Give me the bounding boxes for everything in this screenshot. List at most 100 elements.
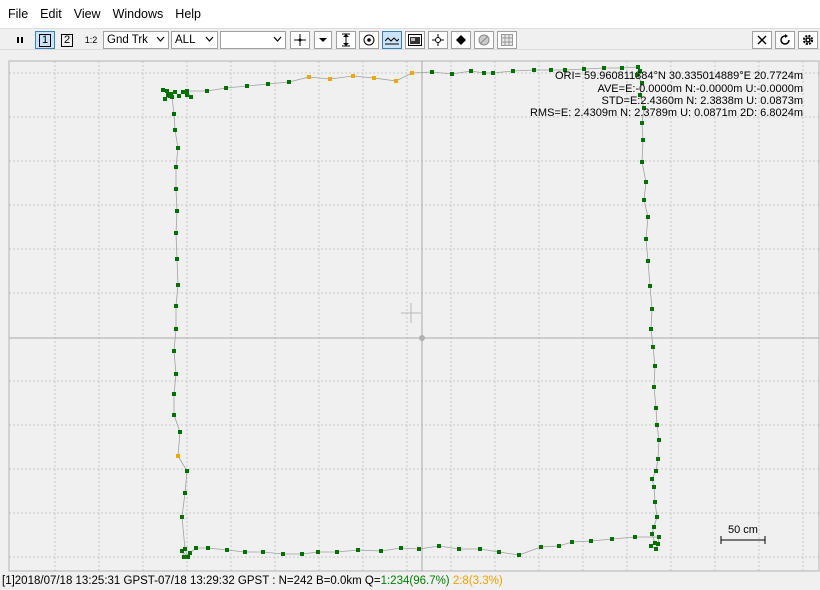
fix-solution-point: [399, 546, 403, 550]
fix-solution-point: [173, 128, 177, 132]
origin-marker: [419, 335, 425, 341]
crosshair-icon: [294, 34, 306, 46]
fix-solution-point: [181, 90, 185, 94]
fix-solution-point: [640, 160, 644, 164]
fix-solution-point: [646, 215, 650, 219]
plot-area[interactable]: ORI= 59.960811384°N 30.335014889°E 20.77…: [0, 51, 820, 573]
fix-solution-point: [243, 550, 247, 554]
fix-solution-point: [183, 547, 187, 551]
fix-solution-point: [206, 546, 210, 550]
satellite-filter-value: ALL: [175, 34, 196, 46]
plot-two-button[interactable]: 2: [57, 31, 77, 49]
plot-one-label: 1: [38, 33, 52, 47]
fix-solution-point: [557, 544, 561, 548]
menu-windows[interactable]: Windows: [107, 0, 170, 28]
menu-view[interactable]: View: [68, 0, 107, 28]
toolbar: 1 2 1:2 Gnd Trk ALL: [0, 28, 820, 50]
fix-solution-point: [549, 68, 553, 72]
center-origin-button[interactable]: [359, 31, 379, 49]
fix-solution-point: [437, 544, 441, 548]
grid-button[interactable]: [497, 31, 517, 49]
float-solution-point: [176, 454, 180, 458]
fix-solution-point: [178, 430, 182, 434]
plot-grid: [9, 61, 819, 571]
scale-bar-label: 50 cm: [728, 524, 758, 536]
info-line-ori: ORI= 59.960811384°N 30.335014889°E 20.77…: [555, 70, 803, 82]
reload-icon: [780, 34, 790, 45]
fix-solution-point: [168, 94, 172, 98]
settings-button[interactable]: [798, 31, 818, 49]
gear-icon: [802, 34, 814, 46]
rtkplot-window: File Edit View Windows Help 1 2 1:2 Gnd …: [0, 0, 820, 590]
scale-bar: 50 cm: [720, 524, 766, 544]
fix-solution-point: [182, 555, 186, 559]
fix-solution-point: [497, 550, 501, 554]
fix-solution-point: [316, 550, 320, 554]
status-summary: [1]2018/07/18 13:25:31 GPST-07/18 13:29:…: [2, 575, 381, 587]
fix-solution-point: [657, 438, 661, 442]
chevron-down-icon: [156, 36, 165, 42]
plot-two-label: 2: [60, 33, 74, 47]
fix-solution-point: [648, 284, 652, 288]
track-line-icon: [385, 37, 399, 45]
fix-solution-point: [266, 82, 270, 86]
plot-one-button[interactable]: 1: [35, 31, 55, 49]
fix-solution-point: [163, 97, 167, 101]
satellite-filter-select[interactable]: ALL: [171, 31, 218, 49]
info-line-std: STD=E:2.4360m N: 2.3838m U: 0.0873m: [602, 95, 803, 107]
crosshair-button[interactable]: [290, 31, 310, 49]
reload-button[interactable]: [775, 31, 795, 49]
fix-solution-point: [517, 553, 521, 557]
fix-solution-point: [174, 327, 178, 331]
fix-solution-point: [225, 548, 229, 552]
fix-solution-point: [644, 237, 648, 241]
pause-button[interactable]: [12, 31, 30, 49]
info-line-rms: RMS=E: 2.4309m N: 2.3789m U: 0.0871m 2D:…: [530, 107, 803, 119]
fix-solution-point: [173, 90, 177, 94]
close-button[interactable]: [752, 31, 772, 49]
float-solution-point: [328, 77, 332, 81]
fix-solution-point: [654, 469, 658, 473]
fix-solution-point: [589, 539, 593, 543]
plot-one-two-button[interactable]: 1:2: [80, 31, 102, 49]
fix-solution-point: [174, 187, 178, 191]
menu-edit[interactable]: Edit: [34, 0, 68, 28]
fix-solution-point: [650, 477, 654, 481]
fix-solution-point: [491, 71, 495, 75]
fix-solution-point: [172, 349, 176, 353]
extra-select[interactable]: [220, 31, 286, 49]
sky-icon: [478, 34, 490, 46]
fix-solution-point: [161, 88, 165, 92]
dropdown-button[interactable]: [314, 31, 332, 49]
status-q1: 1:234(96.7%): [380, 575, 450, 587]
fix-solution-point: [175, 209, 179, 213]
fix-solution-point: [174, 165, 178, 169]
fix-solution-point: [185, 93, 189, 97]
fix-solution-point: [300, 552, 304, 556]
map-image-button[interactable]: [405, 31, 425, 49]
grid-icon: [501, 34, 513, 46]
float-solution-point: [307, 75, 311, 79]
menu-file[interactable]: File: [2, 0, 34, 28]
fix-solution-point: [652, 485, 656, 489]
fix-solution-point: [570, 540, 574, 544]
fix-solution-point: [653, 364, 657, 368]
plot-frame: [8, 60, 820, 572]
plot-type-select[interactable]: Gnd Trk: [103, 31, 169, 49]
fix-solution-point: [511, 69, 515, 73]
fix-solution-point: [176, 283, 180, 287]
fix-solution-point: [172, 112, 176, 116]
fix-solution-point: [654, 406, 658, 410]
mark-button[interactable]: [451, 31, 471, 49]
sky-button[interactable]: [474, 31, 494, 49]
vertical-range-button[interactable]: [336, 31, 356, 49]
point-button[interactable]: [428, 31, 448, 49]
pause-icon: [17, 37, 23, 43]
fix-solution-point: [189, 95, 193, 99]
track-line-button[interactable]: [382, 31, 402, 49]
fix-solution-point: [482, 71, 486, 75]
menu-help[interactable]: Help: [169, 0, 207, 28]
fix-solution-point: [644, 180, 648, 184]
fix-solution-point: [176, 146, 180, 150]
fix-solution-point: [650, 307, 654, 311]
